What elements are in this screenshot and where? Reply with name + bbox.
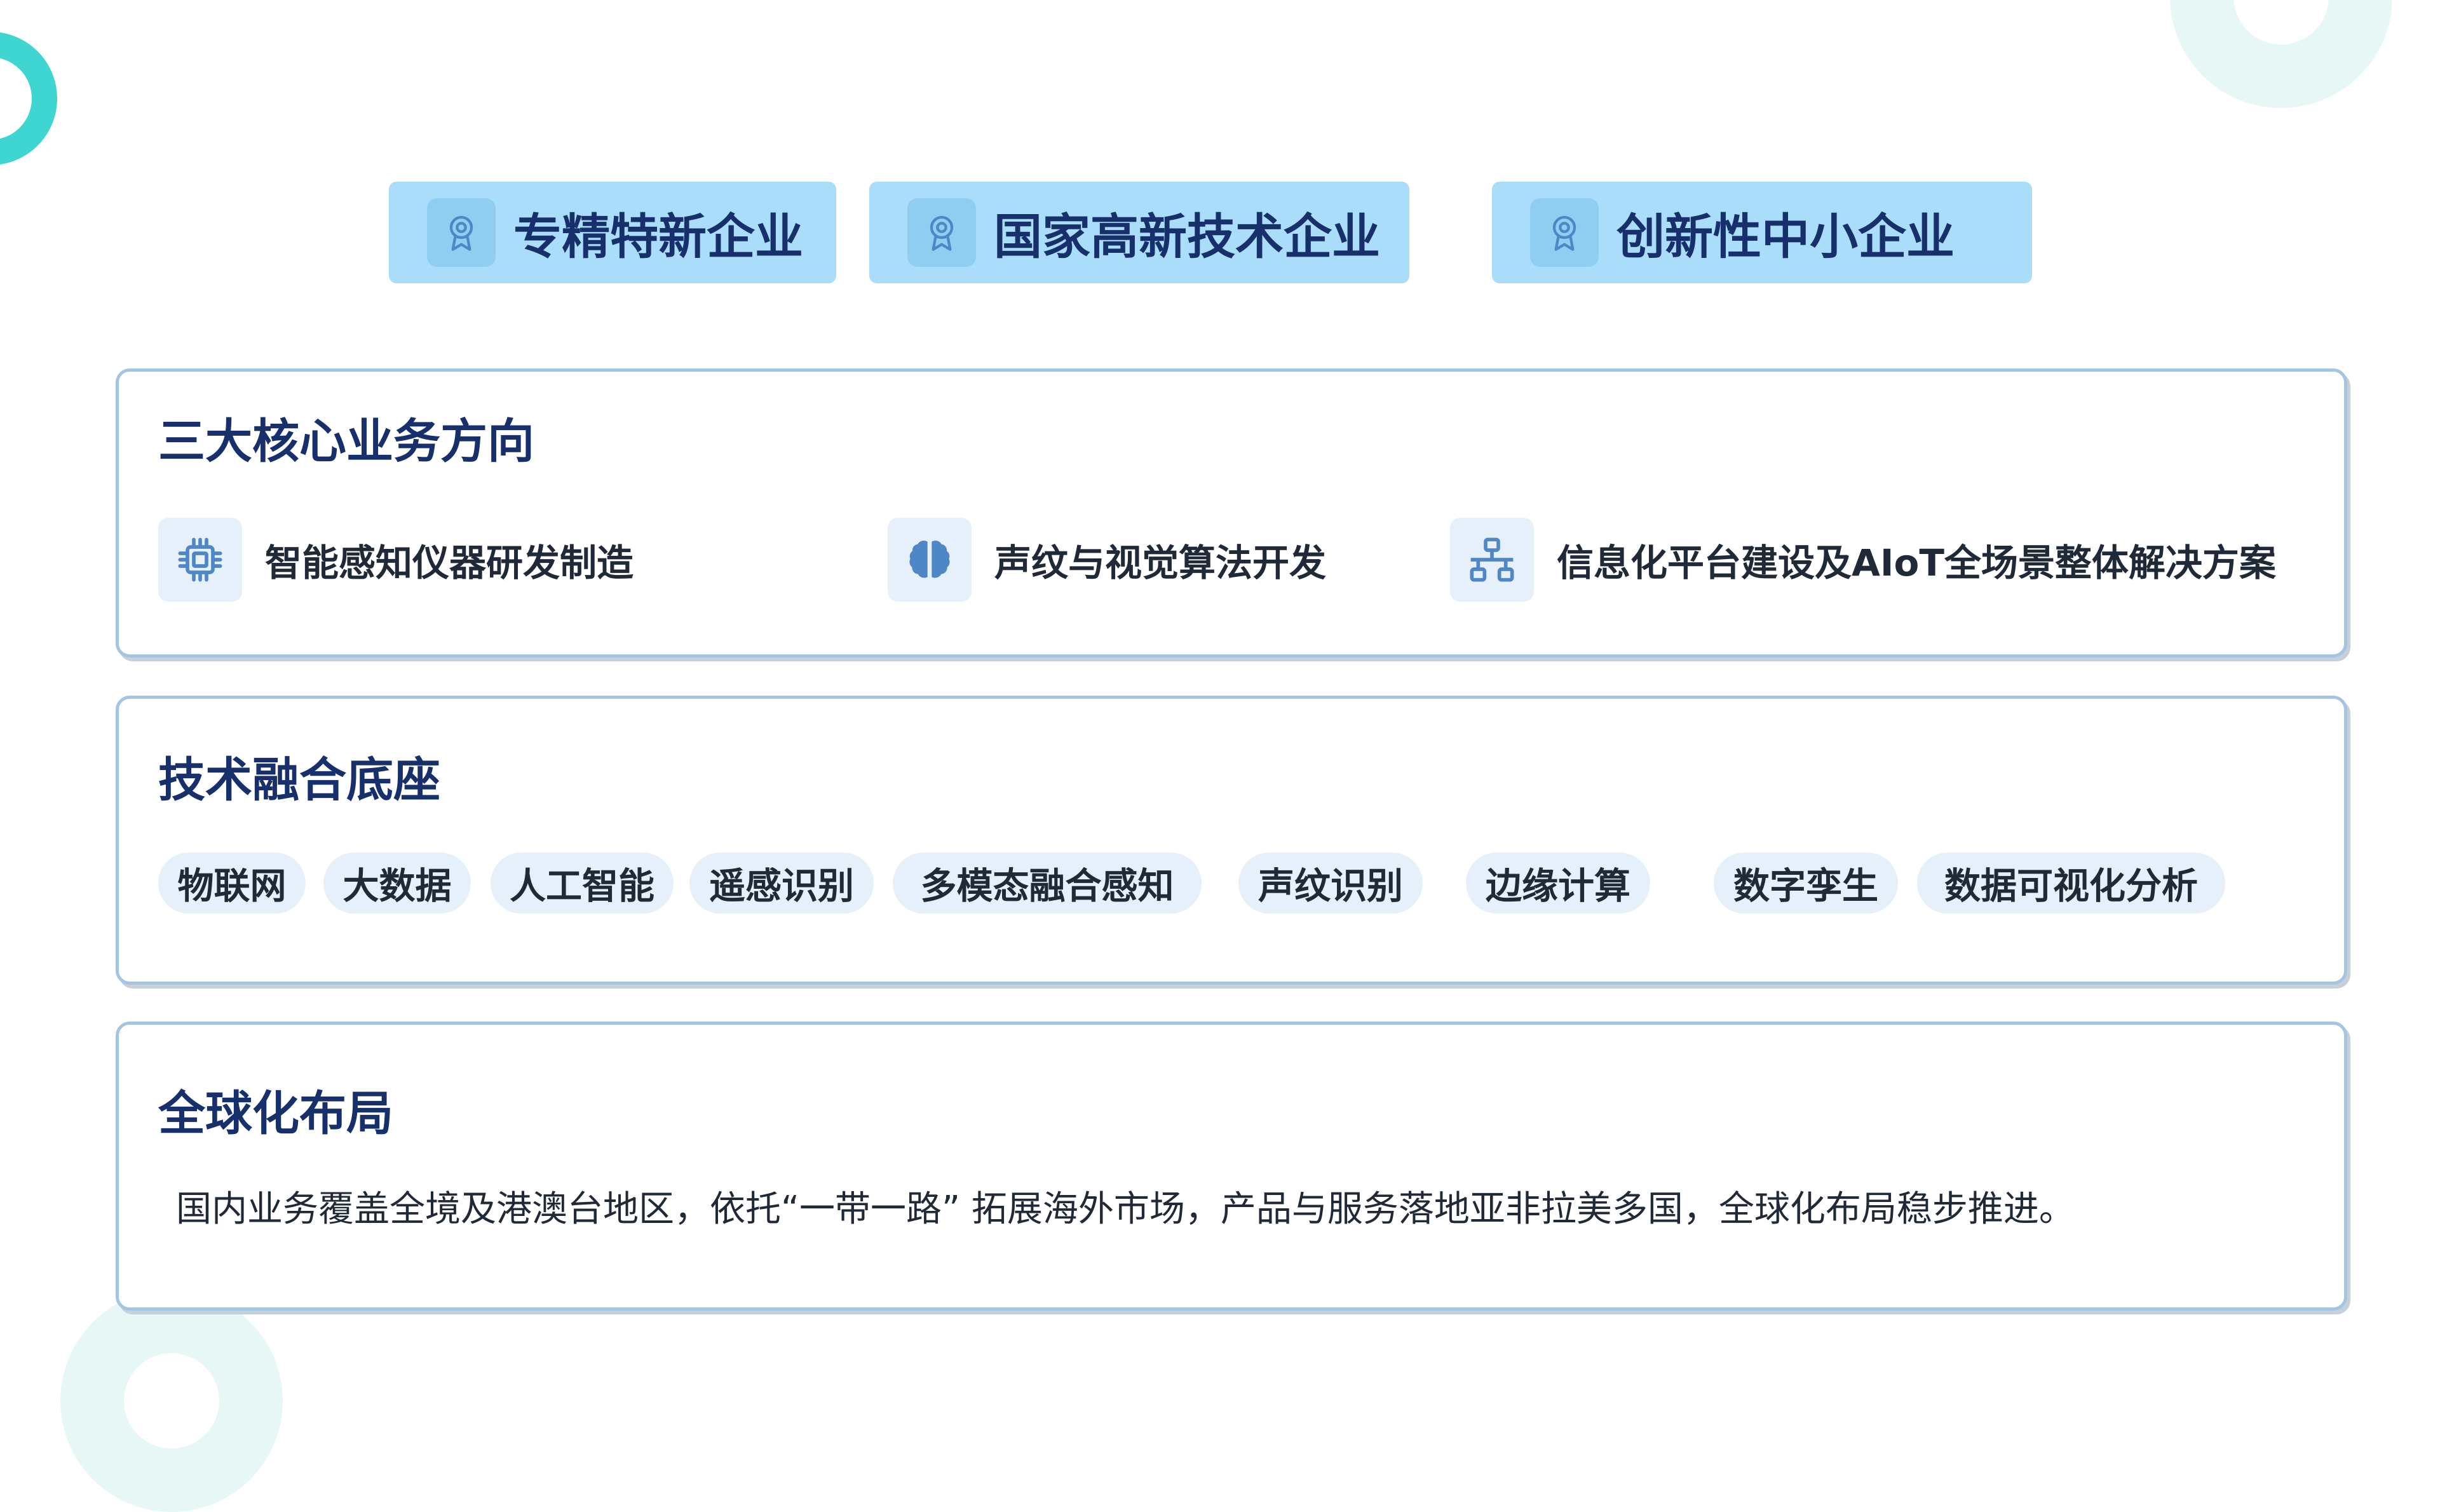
- brain-icon: [888, 518, 972, 602]
- chip-icon: [158, 518, 242, 602]
- badge-high-tech-enterprise: 国家高新技术企业: [869, 182, 1409, 283]
- badge-label: 创新性中小企业: [1616, 208, 1955, 265]
- tag-multimodal-fusion: 多模态融合感知: [893, 853, 1202, 914]
- tag-voiceprint: 声纹识别: [1238, 853, 1423, 914]
- badge-specialized-enterprise: 专精特新企业: [389, 182, 836, 283]
- award-ribbon-icon: [907, 198, 976, 267]
- business-item-label: 信息化平台建设及AIoT全场景整体解决方案: [1557, 541, 2276, 584]
- card-title: 全球化布局: [158, 1086, 393, 1141]
- badge-label: 专精特新企业: [513, 208, 803, 265]
- tag-data-visualization: 数据可视化分析: [1917, 853, 2225, 914]
- decorative-ring-bottom-left: [60, 1290, 283, 1512]
- global-description: 国内业务覆盖全境及港澳台地区，依托“一带一路” 拓展海外市场，产品与服务落地亚非…: [176, 1189, 2075, 1230]
- badge-label: 国家高新技术企业: [994, 208, 1380, 265]
- tag-digital-twin: 数字孪生: [1714, 853, 1898, 914]
- decorative-ring-top-left: [0, 32, 57, 165]
- tag-iot: 物联网: [158, 853, 306, 914]
- tag-big-data: 大数据: [323, 853, 471, 914]
- award-ribbon-icon: [427, 198, 496, 267]
- card-title: 技术融合底座: [158, 753, 440, 807]
- business-item-label: 智能感知仪器研发制造: [265, 541, 634, 584]
- tag-ai: 人工智能: [491, 853, 674, 914]
- card-title: 三大核心业务方向: [158, 414, 534, 469]
- business-item-aiot-solutions: 信息化平台建设及AIoT全场景整体解决方案: [1450, 518, 2276, 602]
- network-icon: [1450, 518, 1534, 602]
- tag-remote-sensing: 遥感识别: [689, 853, 874, 914]
- decorative-ring-top-right: [2170, 0, 2392, 108]
- global-card: 全球化布局 国内业务覆盖全境及港澳台地区，依托“一带一路” 拓展海外市场，产品与…: [116, 1022, 2347, 1311]
- core-business-card: 三大核心业务方向 智能感知仪器研发制造 声纹与视觉算法开发 信息化平台建设及AI…: [116, 368, 2347, 658]
- tech-base-card: 技术融合底座 物联网 大数据 人工智能 遥感识别 多模态融合感知 声纹识别 边缘…: [116, 696, 2347, 985]
- badge-innovative-sme: 创新性中小企业: [1492, 182, 2032, 283]
- award-ribbon-icon: [1530, 198, 1599, 267]
- business-item-label: 声纹与视觉算法开发: [994, 541, 1327, 584]
- business-item-voiceprint-vision: 声纹与视觉算法开发: [888, 518, 1326, 602]
- tag-edge-computing: 边缘计算: [1466, 853, 1650, 914]
- business-item-sensing-instruments: 智能感知仪器研发制造: [158, 518, 634, 602]
